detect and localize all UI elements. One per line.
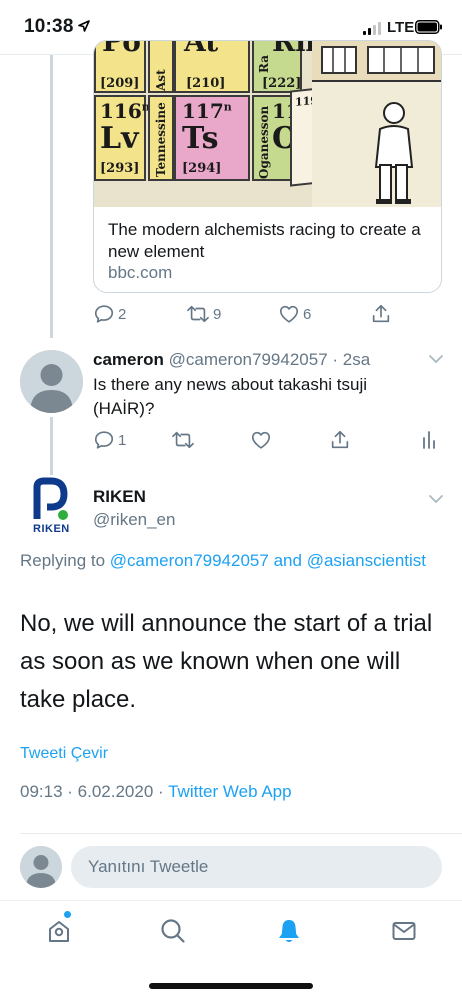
avatar-cameron[interactable] <box>20 350 83 413</box>
status-time: 10:38 <box>24 16 74 37</box>
analytics-button[interactable] <box>421 426 437 454</box>
element-tile-ts-name: Tennessine <box>148 95 174 181</box>
like-button[interactable] <box>250 426 272 454</box>
reply-tweet-name[interactable]: cameron <box>93 350 164 369</box>
element-tile-rn: Ra Rn [222] <box>252 41 316 93</box>
reply-count: 2 <box>118 305 127 323</box>
retweet-count: 9 <box>213 305 222 323</box>
network-type: LTE <box>387 19 415 36</box>
element-tile-lv: 116n Lv [293] <box>94 95 150 181</box>
tweet-timestamp: 09:13 · 6.02.2020 <box>20 782 154 801</box>
reply-tweet-handle[interactable]: @cameron79942057 <box>169 350 328 369</box>
default-avatar-icon <box>20 846 62 888</box>
main-tweet-chevron-down-icon[interactable] <box>428 494 444 504</box>
translate-tweet-link[interactable]: Tweeti Çevir <box>20 745 108 763</box>
retweet-icon <box>172 431 194 449</box>
element-tile-ast: Ast <box>148 41 174 93</box>
tweet-source[interactable]: Twitter Web App <box>168 782 291 801</box>
main-tweet-handle[interactable]: @riken_en <box>93 510 175 530</box>
tab-notifications[interactable] <box>269 913 309 949</box>
element-tile-po: Po [209] <box>94 41 146 93</box>
home-notification-dot <box>64 911 71 918</box>
reply-tweet-chevron-down-icon[interactable] <box>428 354 444 364</box>
retweet-button[interactable]: 9 <box>186 300 221 328</box>
replying-prefix: Replying to <box>20 551 106 570</box>
messages-icon <box>392 922 416 940</box>
reply-icon <box>94 305 114 323</box>
reply-button[interactable]: 1 <box>93 426 126 454</box>
reply-tweet-header: cameron @cameron79942057 · 2sa <box>93 350 371 369</box>
home-indicator <box>149 983 313 989</box>
like-count: 6 <box>303 305 312 323</box>
my-avatar[interactable] <box>20 846 62 888</box>
element-tile-ts: 117n Ts [294] <box>174 95 250 181</box>
heart-icon <box>279 305 299 323</box>
card-image: Po [209] Ast At [210] Ra Rn [222] 116n L… <box>94 41 441 207</box>
home-icon <box>49 921 69 942</box>
main-tweet-text: No, we will announce the start of a tria… <box>20 610 433 713</box>
heart-icon <box>251 431 271 449</box>
share-icon <box>372 304 390 323</box>
like-button[interactable]: 6 <box>278 300 311 328</box>
battery-icon <box>415 20 442 34</box>
reply-button[interactable]: 2 <box>93 300 126 328</box>
riken-logo-text: RIKEN <box>33 523 70 535</box>
notifications-icon <box>279 920 299 942</box>
tweet-meta-separator: · <box>158 782 164 801</box>
retweet-icon <box>187 305 209 323</box>
retweet-button[interactable] <box>171 426 195 454</box>
location-arrow-icon <box>78 20 90 32</box>
search-icon <box>161 919 185 943</box>
link-card[interactable]: Po [209] Ast At [210] Ra Rn [222] 116n L… <box>93 40 442 293</box>
main-tweet-name[interactable]: RIKEN <box>93 487 146 507</box>
tweet-meta: 09:13 · 6.02.2020 · Twitter Web App <box>20 782 292 802</box>
share-icon <box>331 430 349 449</box>
reply-input[interactable]: Yanıtını Tweetle <box>71 846 442 888</box>
card-title: The modern alchemists racing to create a… <box>108 220 421 261</box>
analytics-icon <box>423 431 435 449</box>
building-windows-icon <box>312 46 441 207</box>
tab-messages[interactable] <box>384 913 424 949</box>
share-button[interactable] <box>329 426 351 454</box>
card-tweet-actions: 2 9 6 <box>93 300 442 328</box>
tab-search[interactable] <box>153 913 193 949</box>
signal-icon <box>363 22 381 35</box>
reply-composer: Yanıtını Tweetle <box>0 835 462 897</box>
replying-user-cameron[interactable]: @cameron79942057 <box>110 551 269 570</box>
element-tile-at: At [210] <box>174 41 250 93</box>
share-button[interactable] <box>370 300 392 328</box>
replying-to: Replying to @cameron79942057 and @asians… <box>20 548 440 573</box>
tab-home[interactable] <box>39 911 79 949</box>
reply-count: 1 <box>118 431 127 449</box>
building-illustration <box>312 41 441 207</box>
default-avatar-icon <box>20 350 83 413</box>
reply-tweet-text: Is there any news about takashi tsuji (H… <box>93 375 368 418</box>
reply-icon <box>94 431 114 449</box>
card-domain: bbc.com <box>108 263 173 282</box>
meta-divider <box>20 833 462 834</box>
replying-user-asianscientist[interactable]: @asianscientist <box>307 551 426 570</box>
reply-tweet-time: 2sa <box>342 350 371 369</box>
thread-line-top <box>50 55 53 338</box>
replying-and[interactable]: and <box>274 551 302 570</box>
thread-line-bottom <box>50 417 53 479</box>
avatar-riken[interactable]: RIKEN <box>20 475 83 538</box>
reply-tweet-actions: 1 <box>93 426 442 454</box>
